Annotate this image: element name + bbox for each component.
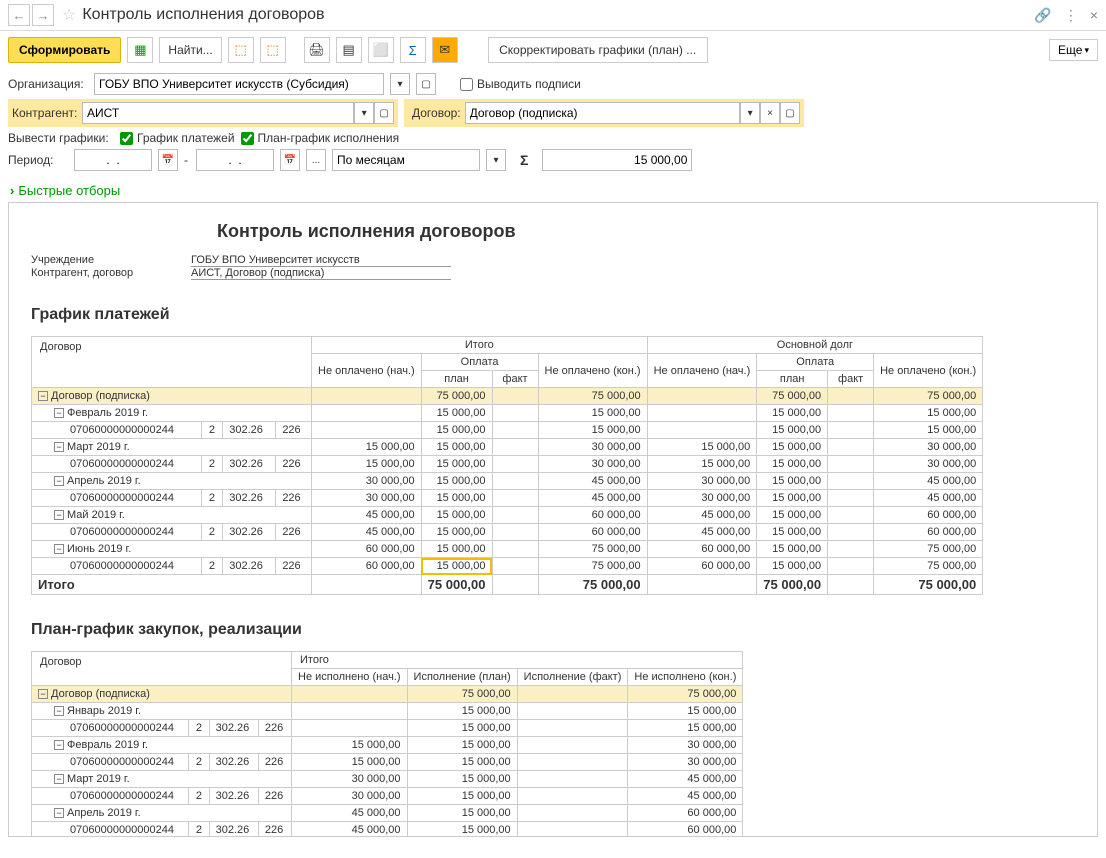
settings-button[interactable]: ▦ (127, 37, 153, 63)
table-row: 070600000000002442302.2622615 000,0015 0… (32, 456, 983, 473)
org-info-value: ГОБУ ВПО Университет искусств (191, 254, 451, 267)
table-row: −Апрель 2019 г.30 000,0015 000,0045 000,… (32, 473, 983, 490)
sum-input[interactable] (542, 149, 692, 171)
tree-toggle-icon[interactable]: − (54, 774, 64, 784)
table-row: −Март 2019 г.30 000,0015 000,0045 000,00 (32, 771, 743, 788)
kd-info-label: Контрагент, договор (31, 267, 191, 280)
table-row: 070600000000002442302.2622645 000,0015 0… (32, 524, 983, 541)
page-title: Контроль исполнения договоров (82, 6, 1034, 24)
org-dropdown-button[interactable]: ▾ (390, 73, 410, 95)
toolbar: Сформировать ▦ Найти... ⬚ ⬚ 🖨 ▤ ⬜ Σ ✉ Ск… (0, 31, 1106, 69)
sum-button[interactable]: Σ (400, 37, 426, 63)
tree-toggle-icon[interactable]: − (54, 808, 64, 818)
dogovor-input[interactable] (465, 102, 741, 124)
kontragent-input[interactable] (82, 102, 354, 124)
charts-label: Вывести графики: (8, 131, 114, 145)
window-header: ← → ☆ Контроль исполнения договоров 🔗 ⋮ … (0, 0, 1106, 31)
table-row: −Июнь 2019 г.60 000,0015 000,0075 000,00… (32, 541, 983, 558)
collapse-button[interactable]: ⬚ (260, 37, 286, 63)
report-title: Контроль исполнения договоров (217, 221, 1079, 242)
period-to-calendar-button[interactable]: 📅 (280, 149, 300, 171)
tree-toggle-icon[interactable]: − (54, 544, 64, 554)
table-row: 070600000000002442302.2622645 000,0015 0… (32, 822, 743, 838)
tree-toggle-icon[interactable]: − (54, 408, 64, 418)
table-row: Итого75 000,0075 000,0075 000,0075 000,0… (32, 575, 983, 595)
expand-button[interactable]: ⬚ (228, 37, 254, 63)
org-info-label: Учреждение (31, 254, 191, 267)
show-signatures-checkbox[interactable]: Выводить подписи (460, 77, 581, 91)
table-row: 070600000000002442302.2622660 000,0015 0… (32, 558, 983, 575)
table-row: −Договор (подписка)75 000,0075 000,00 (32, 686, 743, 703)
period-kind-dropdown-button[interactable]: ▾ (486, 149, 506, 171)
payments-table: Договор Итого Основной долг Не оплачено … (31, 336, 983, 595)
close-icon[interactable]: × (1090, 7, 1098, 24)
kontragent-open-button[interactable]: ▢ (374, 102, 394, 124)
dogovor-label: Договор: (408, 106, 465, 120)
forward-button[interactable]: → (32, 4, 54, 26)
quick-filters-toggle[interactable]: Быстрые отборы (0, 179, 1106, 202)
table-row: −Договор (подписка)75 000,0075 000,0075 … (32, 388, 983, 405)
payments-section-title: График платежей (31, 306, 1079, 324)
chart-payments-checkbox[interactable]: График платежей (120, 131, 235, 145)
dogovor-dropdown-button[interactable]: ▾ (740, 102, 760, 124)
tree-toggle-icon[interactable]: − (54, 740, 64, 750)
toolbar-more-button[interactable]: Еще▾ (1049, 39, 1098, 61)
org-label: Организация: (8, 77, 88, 91)
dogovor-open-button[interactable]: ▢ (780, 102, 800, 124)
period-from-input[interactable] (74, 149, 152, 171)
period-from-calendar-button[interactable]: 📅 (158, 149, 178, 171)
table-row: 070600000000002442302.2622615 000,0015 0… (32, 754, 743, 771)
more-menu-icon[interactable]: ⋮ (1064, 7, 1078, 24)
org-input[interactable] (94, 73, 384, 95)
table-row: 070600000000002442302.2622615 000,0015 0… (32, 422, 983, 439)
find-button[interactable]: Найти... (159, 37, 221, 63)
generate-button[interactable]: Сформировать (8, 37, 121, 63)
exec-table: Договор Итого Не исполнено (нач.) Исполн… (31, 651, 743, 837)
preview-button[interactable]: ▤ (336, 37, 362, 63)
period-kind-input[interactable] (332, 149, 480, 171)
chart-exec-checkbox[interactable]: План-график исполнения (241, 131, 400, 145)
org-open-button[interactable]: ▢ (416, 73, 436, 95)
favorite-icon[interactable]: ☆ (62, 5, 76, 25)
table-row: 070600000000002442302.2622630 000,0015 0… (32, 490, 983, 507)
period-select-button[interactable]: ... (306, 149, 326, 171)
exec-section-title: План-график закупок, реализации (31, 621, 1079, 639)
tree-toggle-icon[interactable]: − (54, 476, 64, 486)
print-button[interactable]: 🖨 (304, 37, 330, 63)
email-button[interactable]: ✉ (432, 37, 458, 63)
tree-toggle-icon[interactable]: − (54, 510, 64, 520)
tree-toggle-icon[interactable]: − (38, 689, 48, 699)
table-row: −Март 2019 г.15 000,0015 000,0030 000,00… (32, 439, 983, 456)
table-row: −Февраль 2019 г.15 000,0015 000,0015 000… (32, 405, 983, 422)
tree-toggle-icon[interactable]: − (54, 706, 64, 716)
link-icon[interactable]: 🔗 (1034, 7, 1051, 24)
save-button[interactable]: ⬜ (368, 37, 394, 63)
sigma-icon: Σ (520, 152, 528, 168)
period-to-input[interactable] (196, 149, 274, 171)
kontragent-dropdown-button[interactable]: ▾ (354, 102, 374, 124)
kontragent-label: Контрагент: (12, 106, 82, 120)
table-row: −Май 2019 г.45 000,0015 000,0060 000,004… (32, 507, 983, 524)
tree-toggle-icon[interactable]: − (54, 442, 64, 452)
report-area: Контроль исполнения договоров Учреждение… (8, 202, 1098, 837)
table-row: −Апрель 2019 г.45 000,0015 000,0060 000,… (32, 805, 743, 822)
back-button[interactable]: ← (8, 4, 30, 26)
table-row: −Февраль 2019 г.15 000,0015 000,0030 000… (32, 737, 743, 754)
table-row: 070600000000002442302.2622630 000,0015 0… (32, 788, 743, 805)
table-row: 070600000000002442302.2622615 000,0015 0… (32, 720, 743, 737)
tree-toggle-icon[interactable]: − (38, 391, 48, 401)
table-row: −Январь 2019 г.15 000,0015 000,00 (32, 703, 743, 720)
period-label: Период: (8, 153, 68, 167)
adjust-plan-button[interactable]: Скорректировать графики (план) ... (488, 37, 708, 63)
kd-info-value: АИСТ, Договор (подписка) (191, 267, 451, 280)
dogovor-clear-button[interactable]: × (760, 102, 780, 124)
